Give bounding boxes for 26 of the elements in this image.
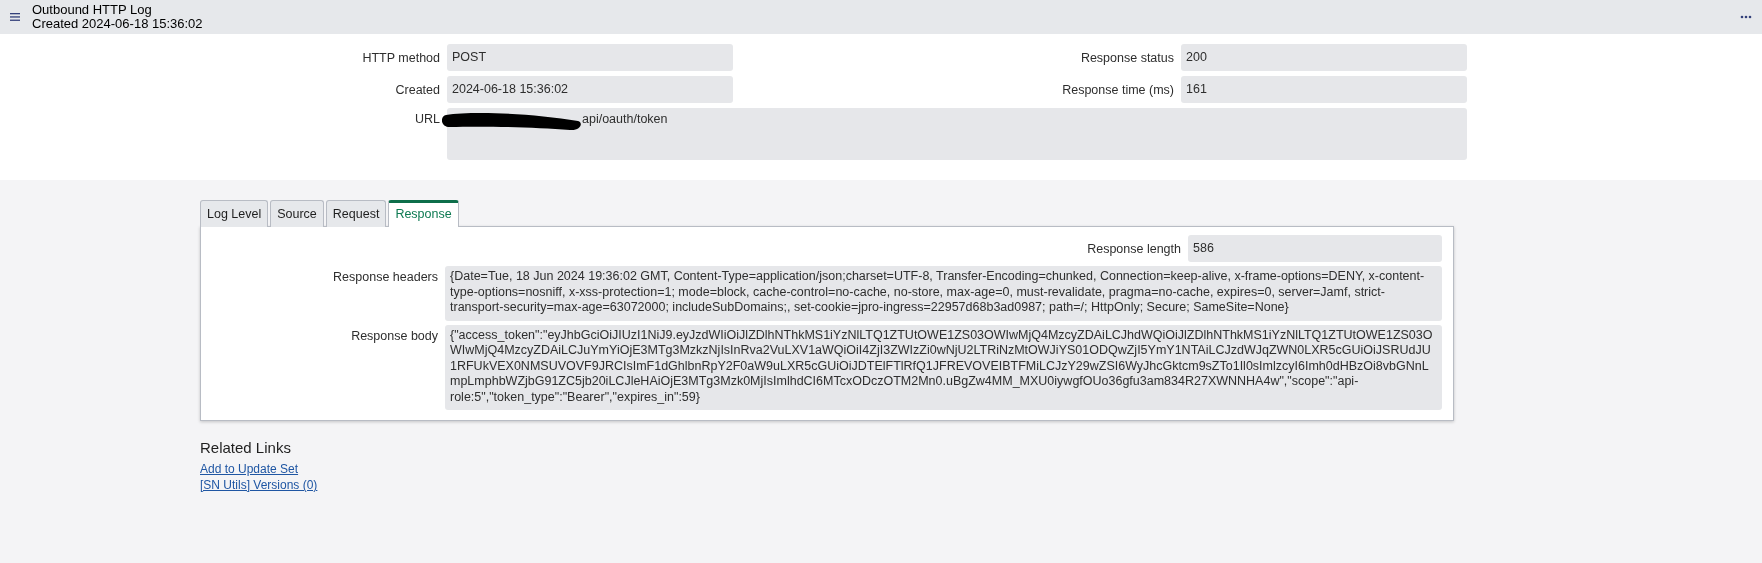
- tab[interactable]: Log Level: [200, 200, 269, 227]
- field-label: Created: [394, 82, 440, 97]
- form-subtitle: Created 2024-06-18 15:36:02: [32, 17, 203, 31]
- field-label: Response body: [350, 327, 438, 345]
- read-only-field[interactable]: 2024-06-18 15:36:02: [447, 76, 733, 103]
- field-label: URL: [414, 111, 440, 126]
- field-label: Response headers: [332, 269, 438, 286]
- form-title: Outbound HTTP Log: [32, 3, 153, 17]
- tab[interactable]: Request: [325, 200, 387, 227]
- field-label: Response time (ms): [1061, 82, 1174, 97]
- field-label: HTTP method: [361, 50, 440, 65]
- read-only-field[interactable]: 586: [1188, 235, 1442, 262]
- tab[interactable]: Response: [388, 200, 459, 227]
- menu-icon[interactable]: [10, 13, 20, 21]
- read-only-field[interactable]: 161: [1181, 76, 1467, 103]
- tab[interactable]: Source: [270, 200, 324, 227]
- more-icon[interactable]: [1740, 15, 1752, 19]
- read-only-field[interactable]: 200: [1181, 44, 1467, 71]
- link[interactable]: Add to Update Set: [200, 462, 299, 476]
- text-area[interactable]: {Date=Tue, 18 Jun 2024 19:36:02 GMT, Content-Type=application/json;charset=UTF-8, Transfer-Encoding=chunked, Connection=keep-alive, x-frame-options=DENY, x-content-type-options=nosniff, x-xss-protection=1; mode=block, cache-control=no-cache, no-store, max-age=0, must-revalidate, pragma=no-cache, expires=0, server=Jamf, strict-transport-security=max-age=63072000; includeSubDomains;, set-cookie=jpro-ingress=22957d68b3ad0987; path=/; HttpOnly; Secure; SameSite=None}: [445, 266, 1442, 321]
- field-label: Response length: [1086, 241, 1181, 256]
- field-label: Response status: [1079, 50, 1174, 65]
- section-title: Related Links: [200, 439, 291, 456]
- read-only-field[interactable]: POST: [447, 44, 733, 71]
- text-area[interactable]: {"access_token":"eyJhbGciOiJIUzI1NiJ9.eyJzdWIiOiJlZDlhNThkMS1iYzNlLTQ1ZTUtOWE1ZS03OWIwMjQ4MzcyZDAiLCJhdWQiOiJlZDlhNThkMS1iYzNlLTQ1ZTUtOWE1ZS03OWIwMjQ4MzcyZDAiLCJuYmYiOjE3MTg3MzkzNjIsInRva2VuLXV1aWQiOiI4ZjI3ZWIzZi0wNjU2LTRiNzMtOWJiYS01ODQwZjI5YmY1NTAiLCJzdWJqZWN0LXR5cGUiOiJSRUdJU1RFUkVEX0NMSUVOVF9JRCIsImF1dGhlbnRpY2F0aW9uLXR5cGUiOiJDTElFTlRfQ1JFREVOVEIBTFMiLCJzY29wZSI6WyJhcGktcm9sZTo1Il0sImlzcyI6Imh0dHBzOi8vbGNnLmpLmphbWZjbG91ZC5jb20iLCJleHAiOjE3MTg3Mzk0MjIsImlhdCI6MTcxODczOTM2Mn0.uBgZw4MM_MXU0iywgfOUo36gfu3am834R27XWNNHA4w","scope":"api-role:5","token_type":"Bearer","expires_in":59}: [445, 324, 1442, 410]
- link[interactable]: [SN Utils] Versions (0): [200, 478, 318, 492]
